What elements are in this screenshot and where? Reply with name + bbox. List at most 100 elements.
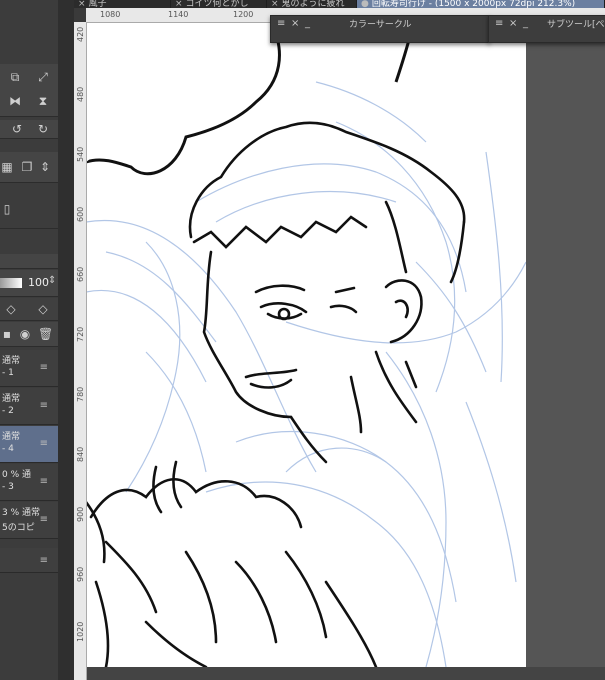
close-icon[interactable]: × [509,18,517,29]
layer-row[interactable]: 通常 - 4 ≡ [0,426,58,463]
close-icon[interactable]: × [271,0,279,8]
menu-icon[interactable]: ≡ [277,18,285,29]
layer-blend-mode: 通常 [2,394,21,404]
tab-4-active[interactable]: ● 回転寿司行け - (1500 x 2000px 72dpi 212.3%) [357,0,605,8]
tab-2[interactable]: × コイツ何とかし [171,0,267,8]
layer-row[interactable]: 3 % 通常 5のコピ ≡ [0,502,58,539]
ruler-tick-label: 540 [76,146,85,162]
layer-blend-mode: 3 % 通常 [2,508,40,518]
panel-title: サブツール[ペ [547,20,605,30]
preview-icon[interactable]: ▯ [0,202,14,216]
mask-icon[interactable]: ◉ [18,327,32,341]
new-layer-icon[interactable]: ▪ [0,327,14,341]
ruler-tick: 960 [74,564,86,594]
layer-menu-icon[interactable]: ≡ [40,555,48,566]
ruler-tick-label: 780 [76,386,85,402]
ruler-tick: 840 [74,444,86,474]
display-section: ▦ ❐ ⇕ [0,152,58,183]
ruler-tick: 1020 [74,621,86,654]
layer-blend-mode: 通常 [2,432,21,442]
close-icon[interactable]: × [78,0,86,8]
expand-icon[interactable]: ⤢ [36,70,50,84]
layer-mode-row: ◇ ◇ [0,298,58,321]
grid-icon[interactable]: ▦ [0,160,14,174]
ruler-tick-label: 1200 [233,10,254,19]
minimize-icon[interactable]: _ [523,18,528,29]
ruler-tick-label: 840 [76,446,85,462]
layer-panel-header [0,254,58,269]
panel-gutter [58,0,74,680]
layer-blend-mode: 通常 [2,356,21,366]
lock-icon[interactable]: ◇ [4,302,18,316]
layer-tools-row: ▪ ◉ 🗑 [0,322,58,347]
rotate-section: ↺ ↻ [0,120,58,139]
ruler-tick: 900 [74,504,86,534]
layer-menu-icon[interactable]: ≡ [40,476,48,487]
layer-name: - 3 [2,482,14,492]
sub-tool-panel[interactable]: ≡ × _ サブツール[ペ [488,15,605,43]
color-circle-panel[interactable]: ≡ × _ カラーサークル [270,15,490,43]
close-icon[interactable]: × [291,18,299,29]
close-icon[interactable]: × [175,0,183,8]
layer-menu-icon[interactable]: ≡ [40,514,48,525]
rotate-right-icon[interactable]: ↻ [36,122,50,136]
layer-menu-icon[interactable]: ≡ [40,400,48,411]
left-panel: ⧉ ⤢ ⧓ ⧗ ↺ ↻ ▦ ❐ ⇕ ▯ 100 ⇕ ◇ ◇ ▪ ◉ 🗑 ≡ 通常… [0,0,58,680]
ruler-tick: 720 [74,324,86,354]
ruler-tick-label: 900 [76,506,85,522]
tab-3[interactable]: × 鬼のように疲れ [267,0,357,8]
flip-vertical-icon[interactable]: ⧗ [36,94,50,108]
layer-row[interactable]: 0 % 通 - 3 ≡ [0,464,58,501]
ruler-tick: 780 [74,384,86,414]
layer-menu-icon[interactable]: ≡ [40,362,48,373]
ruler-tick: 480 [74,84,86,114]
ruler-tick-label: 480 [76,86,85,102]
layer-row[interactable]: 通常 - 1 ≡ [0,350,58,387]
clip-icon[interactable]: ◇ [36,302,50,316]
ruler-tick-label: 600 [76,206,85,222]
ruler-tick-label: 420 [76,26,85,42]
drawing-canvas[interactable] [84,21,527,669]
tab-label: コイツ何とかし [185,0,249,8]
canvas-bottom-bar [74,667,605,680]
layer-row-empty[interactable]: ≡ [0,548,58,573]
trash-icon[interactable]: 🗑 [38,327,53,341]
layer-menu-icon[interactable]: ≡ [40,438,48,449]
ruler-tick-label: 660 [76,266,85,282]
ruler-tick: 540 [74,144,86,174]
tab-label: 風子 [88,0,107,8]
vertical-ruler: 420 480 540 600 660 720 780 840 900 960 1020 [74,22,87,680]
minimize-icon[interactable]: _ [305,18,310,29]
opacity-value[interactable]: 100 [28,276,49,289]
flip-horizontal-icon[interactable]: ⧓ [8,94,22,108]
ruler-tick: 600 [74,204,86,234]
panel-title: カラーサークル [349,20,412,30]
document-tab-bar: × 風子 × コイツ何とかし × 鬼のように疲れ ● 回転寿司行け - (1500 x … [74,0,605,8]
layer-name: - 4 [2,444,14,454]
tab-label: 回転寿司行け - (1500 x 2000px 72dpi 212.3%) [371,0,576,8]
layer-blend-mode: 0 % 通 [2,470,31,480]
ruler-tick-label: 1020 [76,621,85,642]
layer-name: 5のコピ [2,523,35,533]
opacity-slider[interactable] [0,278,22,288]
layer-name: - 2 [2,406,14,416]
sketch-artwork [84,21,527,669]
brush-preview: ▯ [0,190,58,229]
menu-icon[interactable]: ≡ [495,18,503,29]
layer-transform-icon[interactable]: ⧉ [8,70,22,84]
tab-1[interactable]: × 風子 [74,0,171,8]
close-icon[interactable]: ● [361,0,369,8]
rotate-left-icon[interactable]: ↺ [10,122,24,136]
character-line-art [84,121,466,669]
layer-stack-icon[interactable]: ❐ [20,160,34,174]
ruler-tick-label: 960 [76,566,85,582]
tab-label: 鬼のように疲れ [281,0,345,8]
ruler-tick-label: 720 [76,326,85,342]
opacity-row: 100 ⇕ [0,270,58,297]
layer-row[interactable]: 通常 - 2 ≡ [0,388,58,425]
ruler-tick-label: 1140 [168,10,189,19]
stepper-icon[interactable]: ⇕ [38,160,52,174]
ruler-tick: 660 [74,264,86,294]
layer-name: - 1 [2,368,14,378]
opacity-stepper-icon[interactable]: ⇕ [48,275,56,286]
